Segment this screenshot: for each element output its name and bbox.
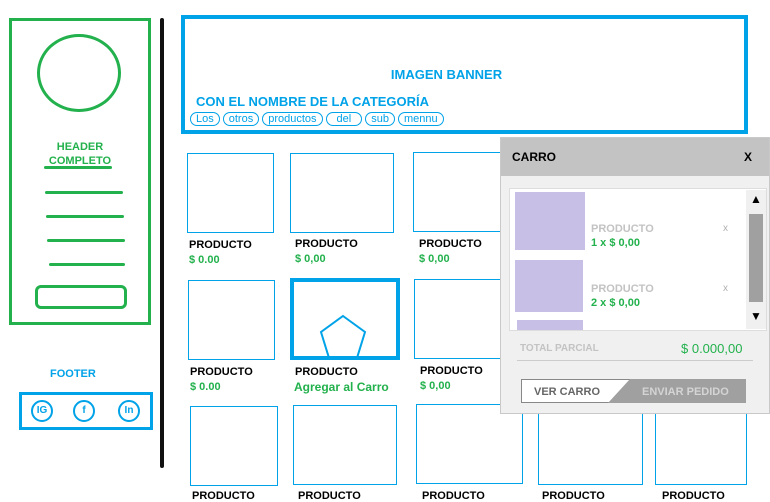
- subtotal-label: TOTAL PARCIAL: [520, 343, 599, 354]
- cart-item-thumbnail: [515, 260, 583, 312]
- pentagon-cursor-icon: [319, 314, 367, 356]
- product-name: PRODUCTO: [298, 490, 361, 502]
- product-image[interactable]: [414, 279, 514, 359]
- sidebar-button[interactable]: [35, 285, 127, 309]
- nav-item-5[interactable]: [49, 263, 125, 266]
- scroll-down-icon[interactable]: ▼: [750, 309, 762, 323]
- facebook-icon[interactable]: f: [73, 400, 95, 422]
- product-price: $ 0.00: [189, 254, 220, 266]
- tag-los[interactable]: Los: [190, 112, 220, 126]
- cart-panel: CARRO X PRODUCTO 1 x $ 0,00 x PRODUCTO 2…: [500, 137, 770, 414]
- nav-item-4[interactable]: [47, 239, 125, 242]
- scrollbar[interactable]: ▲ ▼: [746, 190, 766, 329]
- social-links: IG f In: [19, 392, 153, 430]
- product-price: $ 0,00: [420, 380, 451, 392]
- tag-mennu[interactable]: mennu: [397, 112, 444, 126]
- remove-item-icon[interactable]: x: [723, 283, 728, 294]
- instagram-icon[interactable]: IG: [31, 400, 53, 422]
- product-image[interactable]: [416, 404, 523, 484]
- close-icon[interactable]: X: [744, 150, 752, 164]
- cart-item-thumbnail: [517, 320, 583, 330]
- product-name: PRODUCTO: [189, 239, 252, 251]
- nav-item-2[interactable]: [45, 191, 123, 194]
- product-image[interactable]: [188, 280, 275, 360]
- product-name: PRODUCTO: [420, 365, 483, 377]
- tag-del[interactable]: del: [325, 112, 363, 126]
- cart-actions: VER CARRO ENVIAR PEDIDO: [521, 379, 746, 403]
- product-image[interactable]: [413, 152, 513, 232]
- product-name: PRODUCTO: [662, 490, 725, 502]
- cart-item-list: PRODUCTO 1 x $ 0,00 x PRODUCTO 2 x $ 0,0…: [509, 188, 767, 331]
- product-image[interactable]: [293, 405, 397, 485]
- product-price: $ 0.00: [190, 381, 221, 393]
- product-price: $ 0,00: [295, 253, 326, 265]
- logo-circle[interactable]: [37, 34, 121, 112]
- product-image-hovered[interactable]: [290, 278, 400, 360]
- sidebar: HEADER COMPLETO: [9, 18, 151, 325]
- product-image[interactable]: [187, 153, 274, 233]
- product-price: $ 0,00: [419, 253, 450, 265]
- tag-productos[interactable]: productos: [262, 112, 323, 126]
- product-image[interactable]: [190, 406, 278, 486]
- product-image[interactable]: [290, 153, 394, 233]
- add-to-cart-link[interactable]: Agregar al Carro: [294, 380, 389, 394]
- subtotal-value: $ 0.000,00: [681, 341, 743, 356]
- divider: [517, 360, 753, 361]
- scroll-up-icon[interactable]: ▲: [750, 192, 762, 206]
- vertical-divider: [160, 18, 164, 468]
- tag-otros[interactable]: otros: [222, 112, 260, 126]
- product-image[interactable]: [655, 405, 747, 485]
- cart-title: CARRO: [512, 150, 556, 164]
- product-name: PRODUCTO: [295, 366, 358, 378]
- scroll-thumb[interactable]: [749, 214, 763, 302]
- cart-item-thumbnail: [515, 192, 585, 250]
- product-name: PRODUCTO: [192, 490, 255, 502]
- nav-item-1[interactable]: [44, 166, 112, 169]
- product-name: PRODUCTO: [542, 490, 605, 502]
- banner-title: IMAGEN BANNER: [390, 67, 503, 82]
- cart-item-qty: 2 x $ 0,00: [591, 297, 640, 309]
- subcategory-tags: Los otros productos del sub mennu: [190, 112, 444, 126]
- cart-item-qty: 1 x $ 0,00: [591, 237, 640, 249]
- linkedin-icon[interactable]: In: [118, 400, 140, 422]
- product-name: PRODUCTO: [422, 490, 485, 502]
- product-name: PRODUCTO: [190, 366, 253, 378]
- view-cart-button[interactable]: VER CARRO: [534, 386, 600, 398]
- nav-item-3[interactable]: [46, 215, 124, 218]
- tag-sub[interactable]: sub: [365, 112, 395, 126]
- cart-item-name: PRODUCTO: [591, 283, 654, 295]
- product-image[interactable]: [538, 405, 643, 485]
- cart-item-name: PRODUCTO: [591, 223, 654, 235]
- product-name: PRODUCTO: [419, 238, 482, 250]
- send-order-label[interactable]: ENVIAR PEDIDO: [642, 386, 729, 398]
- product-name: PRODUCTO: [295, 238, 358, 250]
- remove-item-icon[interactable]: x: [723, 223, 728, 234]
- banner: IMAGEN BANNER CON EL NOMBRE DE LA CATEGO…: [181, 15, 748, 134]
- footer-label: FOOTER: [50, 368, 96, 380]
- category-title: CON EL NOMBRE DE LA CATEGORÍA: [196, 94, 430, 109]
- cart-header: CARRO X: [501, 138, 769, 176]
- header-label: HEADER COMPLETO: [48, 141, 112, 167]
